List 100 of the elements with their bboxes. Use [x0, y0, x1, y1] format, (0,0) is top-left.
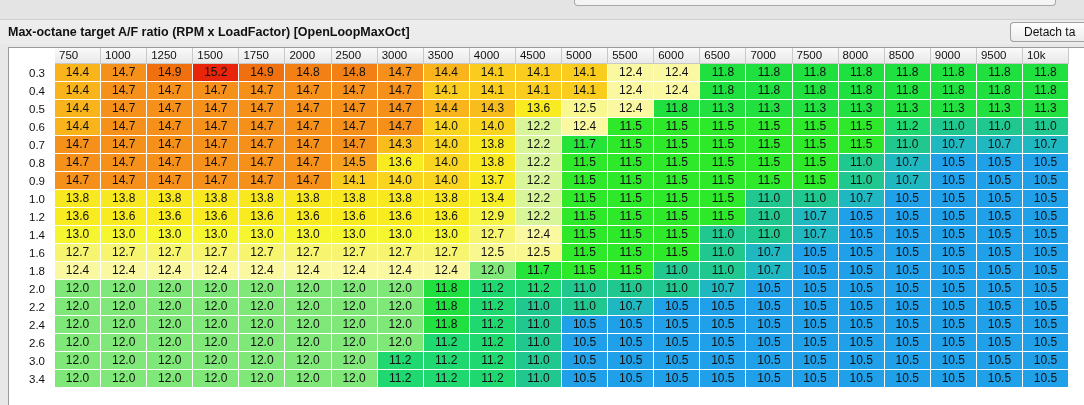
table-cell[interactable]: 14.7 — [331, 82, 378, 100]
table-cell[interactable]: 13.0 — [55, 226, 102, 244]
table-cell[interactable]: 12.0 — [193, 370, 240, 388]
table-cell[interactable]: 11.3 — [838, 100, 885, 118]
table-cell[interactable]: 13.4 — [469, 190, 516, 208]
table-cell[interactable]: 12.0 — [239, 370, 286, 388]
table-cell[interactable]: 14.7 — [147, 172, 194, 190]
table-cell[interactable]: 11.5 — [562, 244, 609, 262]
table-cell[interactable]: 11.8 — [700, 64, 747, 82]
table-cell[interactable]: 14.4 — [423, 64, 470, 82]
table-cell[interactable]: 12.4 — [377, 262, 424, 280]
table-cell[interactable]: 14.0 — [423, 136, 470, 154]
table-cell[interactable]: 10.5 — [838, 370, 885, 388]
table-cell[interactable]: 13.6 — [55, 208, 102, 226]
table-cell[interactable]: 10.5 — [792, 280, 839, 298]
table-cell[interactable]: 12.7 — [101, 244, 148, 262]
table-cell[interactable]: 12.7 — [55, 244, 102, 262]
table-cell[interactable]: 11.0 — [515, 298, 563, 316]
table-cell[interactable]: 12.0 — [101, 316, 148, 334]
table-cell[interactable]: 14.7 — [101, 118, 148, 136]
table-cell[interactable]: 10.7 — [792, 208, 839, 226]
table-cell[interactable]: 10.5 — [884, 208, 931, 226]
table-cell[interactable]: 11.5 — [654, 172, 701, 190]
table-cell[interactable]: 12.4 — [608, 82, 655, 100]
table-cell[interactable]: 14.7 — [147, 136, 194, 154]
table-cell[interactable]: 14.7 — [101, 100, 148, 118]
table-cell[interactable]: 12.0 — [193, 352, 240, 370]
table-cell[interactable]: 10.5 — [1022, 280, 1070, 298]
table-cell[interactable]: 10.5 — [930, 154, 977, 172]
table-cell[interactable]: 11.8 — [654, 100, 701, 118]
table-cell[interactable]: 14.7 — [331, 100, 378, 118]
table-cell[interactable]: 13.6 — [147, 208, 194, 226]
table-cell[interactable]: 10.5 — [930, 244, 977, 262]
table-cell[interactable]: 11.8 — [1022, 64, 1070, 82]
table-cell[interactable]: 10.5 — [792, 334, 839, 352]
table-cell[interactable]: 11.5 — [562, 262, 609, 280]
table-cell[interactable]: 10.5 — [930, 172, 977, 190]
table-cell[interactable]: 12.0 — [147, 352, 194, 370]
table-cell[interactable]: 10.5 — [930, 370, 977, 388]
table-cell[interactable]: 12.7 — [377, 244, 424, 262]
table-cell[interactable]: 10.5 — [884, 262, 931, 280]
table-cell[interactable]: 12.0 — [377, 334, 424, 352]
table-cell[interactable]: 10.5 — [838, 334, 885, 352]
table-cell[interactable]: 11.8 — [838, 82, 885, 100]
detach-button[interactable]: Detach ta — [1010, 22, 1084, 42]
table-cell[interactable]: 11.2 — [423, 370, 470, 388]
table-cell[interactable]: 14.7 — [285, 136, 332, 154]
table-cell[interactable]: 12.4 — [101, 262, 148, 280]
table-cell[interactable]: 12.0 — [193, 316, 240, 334]
table-cell[interactable]: 14.4 — [55, 82, 102, 100]
table-cell[interactable]: 14.8 — [285, 64, 332, 82]
table-cell[interactable]: 11.5 — [838, 136, 885, 154]
table-cell[interactable]: 10.5 — [884, 244, 931, 262]
table-cell[interactable]: 11.8 — [423, 316, 470, 334]
table-cell[interactable]: 10.5 — [608, 334, 655, 352]
table-cell[interactable]: 11.8 — [884, 64, 931, 82]
table-cell[interactable]: 12.0 — [101, 280, 148, 298]
table-cell[interactable]: 14.1 — [331, 172, 378, 190]
table-cell[interactable]: 11.7 — [562, 136, 609, 154]
table-cell[interactable]: 10.5 — [654, 298, 701, 316]
table-cell[interactable]: 10.5 — [838, 280, 885, 298]
table-cell[interactable]: 13.6 — [239, 208, 286, 226]
table-cell[interactable]: 12.0 — [331, 298, 378, 316]
table-cell[interactable]: 11.5 — [792, 118, 839, 136]
table-cell[interactable]: 14.3 — [469, 100, 516, 118]
table-cell[interactable]: 10.5 — [700, 370, 747, 388]
table-cell[interactable]: 11.8 — [930, 82, 977, 100]
table-cell[interactable]: 12.0 — [239, 352, 286, 370]
table-cell[interactable]: 10.5 — [1022, 190, 1070, 208]
table-cell[interactable]: 10.5 — [884, 352, 931, 370]
table-cell[interactable]: 11.5 — [700, 136, 747, 154]
table-cell[interactable]: 10.5 — [792, 298, 839, 316]
table-cell[interactable]: 12.0 — [55, 352, 102, 370]
table-cell[interactable]: 10.5 — [884, 316, 931, 334]
table-cell[interactable]: 14.7 — [147, 118, 194, 136]
table-cell[interactable]: 12.4 — [608, 100, 655, 118]
table-cell[interactable]: 14.0 — [423, 172, 470, 190]
table-cell[interactable]: 10.5 — [838, 298, 885, 316]
table-cell[interactable]: 11.5 — [654, 190, 701, 208]
table-cell[interactable]: 10.5 — [792, 244, 839, 262]
table-cell[interactable]: 12.0 — [55, 316, 102, 334]
table-cell[interactable]: 12.0 — [101, 298, 148, 316]
table-cell[interactable]: 11.5 — [608, 136, 655, 154]
table-cell[interactable]: 11.0 — [838, 154, 885, 172]
table-cell[interactable]: 10.5 — [1022, 370, 1070, 388]
table-cell[interactable]: 13.0 — [193, 226, 240, 244]
table-cell[interactable]: 11.0 — [792, 190, 839, 208]
table-cell[interactable]: 10.5 — [976, 370, 1023, 388]
table-cell[interactable]: 12.0 — [101, 352, 148, 370]
table-cell[interactable]: 11.5 — [700, 118, 747, 136]
table-cell[interactable]: 10.5 — [1022, 316, 1070, 334]
table-cell[interactable]: 11.5 — [654, 226, 701, 244]
table-cell[interactable]: 12.0 — [55, 280, 102, 298]
table-cell[interactable]: 12.4 — [239, 262, 286, 280]
table-cell[interactable]: 10.5 — [930, 226, 977, 244]
table-cell[interactable]: 12.4 — [147, 262, 194, 280]
table-cell[interactable]: 10.5 — [930, 190, 977, 208]
table-cell[interactable]: 14.7 — [193, 118, 240, 136]
table-cell[interactable]: 10.5 — [930, 280, 977, 298]
table-cell[interactable]: 11.2 — [469, 280, 516, 298]
